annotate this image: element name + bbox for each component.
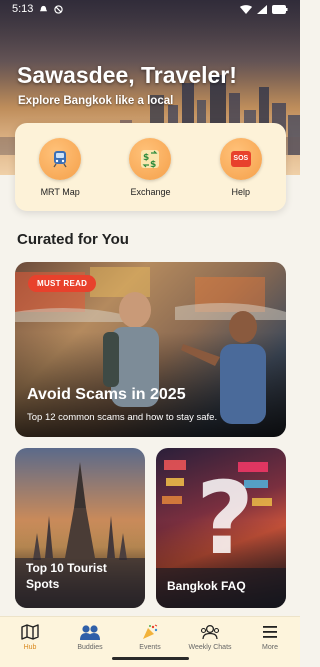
feature-title: Avoid Scams in 2025	[27, 386, 186, 403]
nav-hub-label: Hub	[23, 644, 37, 651]
exchange-icon-circle: $ $	[129, 137, 172, 180]
tourist-spots-card[interactable]: Top 10 Tourist Spots	[15, 448, 145, 608]
wifi-icon	[240, 4, 252, 14]
question-mark-icon: ?	[196, 460, 255, 577]
train-icon	[53, 150, 67, 167]
tourist-spots-title: Top 10 Tourist Spots	[26, 561, 107, 591]
help-button[interactable]: SOS Help	[201, 137, 281, 197]
nav-buddies[interactable]: Buddies	[60, 623, 120, 651]
map-icon	[21, 624, 39, 640]
people-icon	[80, 625, 100, 640]
hero-title: Sawasdee, Traveler!	[17, 62, 237, 88]
svg-text:$: $	[150, 160, 156, 170]
nav-buddies-label: Buddies	[77, 644, 103, 651]
hero-subtitle: Explore Bangkok like a local	[18, 95, 174, 107]
nav-events[interactable]: Events	[120, 623, 180, 651]
mrt-map-button[interactable]: MRT Map	[20, 137, 100, 197]
nav-hub[interactable]: Hub	[0, 623, 60, 651]
must-read-badge: MUST READ	[28, 275, 97, 292]
feature-card-scams[interactable]: MUST READ Avoid Scams in 2025 Top 12 com…	[15, 262, 286, 437]
signal-icon	[257, 4, 267, 14]
bangkok-faq-title: Bangkok FAQ	[167, 579, 246, 593]
home-indicator[interactable]	[112, 657, 189, 660]
mrt-map-label: MRT Map	[40, 186, 80, 197]
sos-icon: SOS	[230, 150, 251, 167]
exchange-button[interactable]: $ $ Exchange	[110, 137, 190, 197]
nav-events-label: Events	[139, 644, 161, 651]
nav-more-label: More	[262, 644, 278, 651]
help-icon-circle: SOS	[219, 137, 262, 180]
notification-icon	[40, 5, 48, 11]
exchange-label: Exchange	[130, 186, 171, 197]
status-bar: 5:13	[0, 0, 300, 18]
feature-subtitle: Top 12 common scams and how to stay safe…	[27, 412, 218, 423]
mrt-map-icon-circle	[39, 137, 82, 180]
svg-text:$: $	[143, 153, 149, 163]
section-title: Curated for You	[17, 231, 129, 248]
bangkok-faq-card[interactable]: ? Bangkok FAQ	[156, 448, 286, 608]
do-not-disturb-icon	[54, 4, 64, 14]
nav-weekly-chats-label: Weekly Chats	[188, 644, 232, 651]
nav-weekly-chats[interactable]: Weekly Chats	[180, 623, 240, 651]
quick-actions-card: MRT Map $ $ Exchange SOS Help	[15, 123, 286, 211]
party-popper-icon	[143, 624, 158, 639]
menu-icon	[263, 626, 277, 638]
status-time: 5:13	[12, 3, 34, 15]
help-label: Help	[231, 186, 251, 197]
nav-more[interactable]: More	[240, 623, 300, 651]
group-chat-icon	[200, 624, 220, 640]
currency-exchange-icon: $ $	[141, 149, 160, 170]
battery-icon	[272, 4, 288, 14]
